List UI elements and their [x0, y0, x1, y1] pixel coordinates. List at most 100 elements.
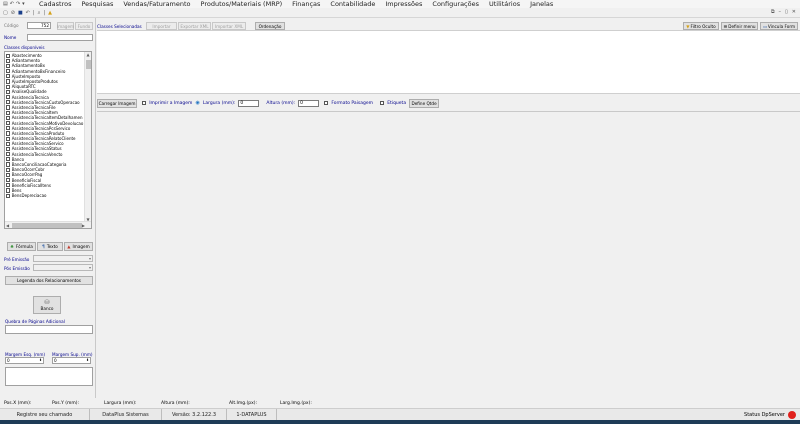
chevron-down-icon: ▾ — [88, 256, 91, 261]
window-restore-icon[interactable]: ⧉ — [771, 9, 775, 15]
scroll-hthumb[interactable] — [12, 223, 82, 228]
class-checkbox[interactable] — [6, 95, 11, 100]
class-checkbox[interactable] — [6, 162, 11, 167]
undo-icon[interactable]: ↶ — [26, 10, 30, 16]
search-icon[interactable]: ⌕ — [38, 10, 41, 16]
class-checkbox[interactable] — [6, 188, 11, 193]
redo-icon[interactable]: ↷ — [16, 1, 20, 7]
imprimir-imagem-checkbox[interactable] — [142, 100, 147, 106]
class-checkbox[interactable] — [6, 146, 11, 152]
selected-classes-area[interactable] — [97, 30, 800, 94]
menu-janelas[interactable]: Janelas — [525, 0, 558, 8]
etiqueta-checkbox[interactable] — [380, 100, 385, 106]
list-vertical-scrollbar[interactable]: ▲ ▼ — [84, 52, 91, 222]
classes-list[interactable]: Abastecimento Adiantamento AdiantamentoBx A… — [4, 51, 92, 229]
importar-button[interactable]: Importar — [146, 22, 177, 30]
pos-emissao-select[interactable]: ▾ — [33, 264, 93, 271]
spinner-icon[interactable]: ⬍ — [86, 358, 89, 363]
scroll-right-icon[interactable]: ▶ — [82, 223, 85, 228]
class-checkbox[interactable] — [6, 79, 11, 84]
class-checkbox[interactable] — [6, 157, 11, 162]
class-checkbox[interactable] — [6, 58, 11, 63]
exportar-xml-button[interactable]: Exportar XML — [178, 22, 211, 30]
class-checkbox[interactable] — [6, 84, 11, 89]
class-checkbox[interactable] — [6, 136, 11, 141]
definir-menu-button[interactable]: ☰ Definir menu — [721, 22, 758, 30]
margem-esq-input[interactable]: 0 ⬍ — [5, 357, 44, 364]
menu-configuracoes[interactable]: Configurações — [427, 0, 484, 8]
margem-sup-input[interactable]: 0 ⬍ — [52, 357, 91, 364]
save-icon[interactable]: ■ — [18, 10, 23, 16]
dropdown-icon[interactable]: ▾ — [22, 1, 25, 7]
class-checkbox[interactable] — [6, 100, 11, 105]
delete-icon[interactable]: ⊘ — [11, 10, 15, 16]
pos-emissao-label: Pós Emissão — [4, 266, 30, 271]
imagem-button[interactable]: Imagem — [57, 22, 74, 30]
form-icon: ▭ — [762, 23, 767, 29]
class-checkbox[interactable] — [6, 74, 11, 79]
quebra-input[interactable] — [5, 325, 93, 334]
design-canvas[interactable] — [97, 111, 800, 398]
define-qtde-button[interactable]: Define Qtde — [409, 98, 440, 108]
menu-financas[interactable]: Finanças — [287, 0, 325, 8]
carregar-imagem-button[interactable]: Carregar Imagem — [97, 98, 137, 108]
scroll-up-icon[interactable]: ▲ — [87, 52, 90, 57]
class-checkbox[interactable] — [6, 53, 11, 58]
class-checkbox[interactable] — [6, 131, 11, 136]
nome-input[interactable] — [27, 34, 93, 41]
menu-pesquisas[interactable]: Pesquisas — [76, 0, 118, 8]
altura-input[interactable]: 0 — [298, 99, 320, 107]
window-minimize-icon[interactable]: – — [779, 9, 782, 15]
banco-button[interactable]: ⛁ Banco — [33, 296, 61, 314]
class-checkbox[interactable] — [6, 152, 11, 157]
codigo-input[interactable]: 752 — [27, 22, 51, 29]
class-checkbox[interactable] — [6, 126, 11, 131]
list-horizontal-scrollbar[interactable]: ◀ ▶ — [5, 221, 91, 228]
imagem2-button[interactable]: ▲ Imagem — [64, 242, 93, 251]
scroll-thumb[interactable] — [86, 60, 91, 69]
scroll-left-icon[interactable]: ◀ — [6, 223, 9, 228]
class-checkbox[interactable] — [6, 172, 11, 177]
class-checkbox[interactable] — [6, 167, 11, 172]
legenda-button[interactable]: Legenda dos Relacionamentos — [5, 276, 93, 285]
class-checkbox[interactable] — [6, 89, 11, 94]
class-checkbox[interactable] — [6, 178, 11, 183]
class-checkbox[interactable] — [6, 69, 11, 74]
menu-vendas[interactable]: Vendas/Faturamento — [118, 0, 195, 8]
class-checkbox[interactable] — [6, 110, 11, 115]
menu-contabilidade[interactable]: Contabilidade — [325, 0, 380, 8]
class-checkbox[interactable] — [6, 183, 11, 188]
formula-button[interactable]: ♣ Fórmula — [7, 242, 36, 251]
class-list-item[interactable]: BensDepreciacao — [5, 193, 85, 198]
importar-xml-button[interactable]: Importar XML — [212, 22, 246, 30]
class-checkbox[interactable] — [6, 193, 11, 198]
app-icon[interactable]: ▤ — [3, 1, 8, 7]
filter-icon: ▼ — [686, 23, 690, 29]
ordenacao-button[interactable]: Ordenação — [255, 22, 285, 30]
fundo-button[interactable]: Fundo — [75, 22, 93, 30]
menu-cadastros[interactable]: Cadastros — [34, 0, 76, 8]
formato-paisagem-checkbox[interactable] — [324, 100, 329, 106]
window-close-icon[interactable]: ✕ — [792, 9, 796, 15]
undo-icon[interactable]: ↶ — [10, 1, 14, 7]
class-checkbox[interactable] — [6, 63, 11, 69]
window-maximize-icon[interactable]: ▯ — [785, 9, 788, 15]
class-checkbox[interactable] — [6, 115, 11, 120]
server-status-icon — [788, 411, 796, 419]
spinner-icon[interactable]: ⬍ — [39, 358, 42, 363]
pre-emissao-select[interactable]: ▾ — [33, 255, 93, 262]
menu-produtos[interactable]: Produtos/Materiais (MRP) — [196, 0, 288, 8]
server-status[interactable]: Status DpServer — [744, 410, 796, 420]
vincula-form-button[interactable]: ▭ Vincula Form — [760, 22, 798, 30]
class-checkbox[interactable] — [6, 120, 11, 126]
menu-impressoes[interactable]: Impressões — [380, 0, 427, 8]
largura-input[interactable]: 0 — [238, 99, 260, 107]
folder-icon[interactable]: ▲ — [48, 10, 52, 16]
notes-textarea[interactable] — [5, 367, 93, 386]
class-checkbox[interactable] — [6, 141, 11, 146]
menu-utilitarios[interactable]: Utilitários — [484, 0, 525, 8]
texto-button[interactable]: ¶ Texto — [37, 242, 63, 251]
class-checkbox[interactable] — [6, 105, 11, 110]
filtro-oculto-button[interactable]: ▼ Filtro Oculto — [683, 22, 719, 30]
new-icon[interactable]: ▢ — [3, 10, 8, 16]
